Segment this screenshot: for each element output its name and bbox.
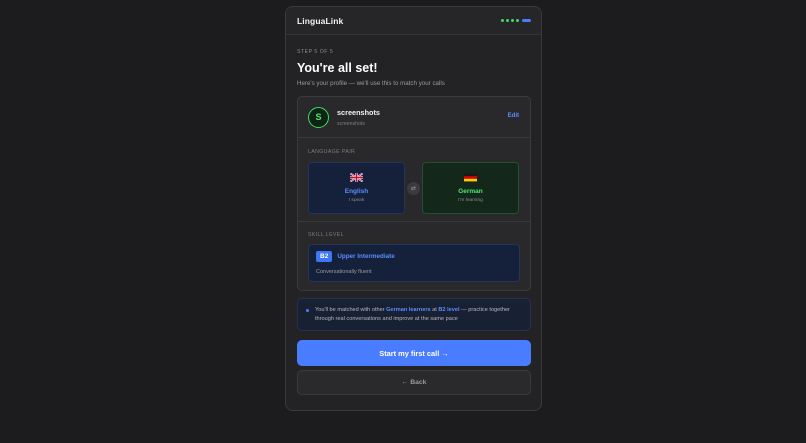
target-language-card: German I'm learning xyxy=(422,162,519,214)
back-button[interactable]: ← Back xyxy=(297,370,531,395)
page-title: You're all set! xyxy=(297,61,378,75)
uk-flag-icon xyxy=(350,173,363,182)
progress-indicator xyxy=(501,19,531,22)
skill-level-label: SKILL LEVEL xyxy=(308,232,344,238)
avatar: S xyxy=(308,106,329,128)
progress-dot xyxy=(501,19,504,22)
onboarding-card: LinguaLink STEP 5 OF 5 You're all set! H… xyxy=(285,6,542,411)
profile-summary: S screenshots screenshots Edit LANGUAGE … xyxy=(297,96,531,291)
progress-current-bar xyxy=(522,19,531,22)
brand-logo: LinguaLink xyxy=(297,15,344,26)
start-first-call-button[interactable]: Start my first call → xyxy=(297,340,531,366)
user-row: S screenshots screenshots Edit xyxy=(298,97,530,138)
native-language-name: English xyxy=(344,188,369,195)
level-badge: B2 xyxy=(316,251,333,262)
level-description: Conversationally fluent xyxy=(316,269,372,275)
language-pair-label: LANGUAGE PAIR xyxy=(308,149,356,155)
match-info-text: You'll be matched with other German lear… xyxy=(315,307,510,322)
skill-level-card: B2 Upper Intermediate Conversationally f… xyxy=(308,244,520,282)
user-handle: screenshots xyxy=(337,120,365,127)
header: LinguaLink xyxy=(286,7,541,35)
native-language-card: English I speak xyxy=(308,162,405,214)
germany-flag-icon xyxy=(464,173,477,182)
info-bullet-icon xyxy=(306,309,309,312)
page-subtitle: Here's your profile — we'll use this to … xyxy=(297,80,445,87)
level-name: Upper Intermediate xyxy=(337,253,395,260)
swap-icon: ⇄ xyxy=(407,181,420,195)
user-name: screenshots xyxy=(337,107,380,117)
native-language-caption: I speak xyxy=(348,198,365,203)
skill-level-section: SKILL LEVEL B2 Upper Intermediate Conver… xyxy=(298,222,530,282)
edit-profile-link[interactable]: Edit xyxy=(508,113,519,119)
language-pair-section: LANGUAGE PAIR English I speak ⇄ German I… xyxy=(298,138,530,222)
progress-dot xyxy=(511,19,514,22)
target-language-caption: I'm learning xyxy=(458,198,483,203)
progress-dot xyxy=(506,19,509,22)
step-label: STEP 5 OF 5 xyxy=(297,49,334,55)
progress-dot xyxy=(516,19,519,22)
target-language-name: German xyxy=(458,188,483,195)
match-info-banner: You'll be matched with other German lear… xyxy=(297,298,531,331)
